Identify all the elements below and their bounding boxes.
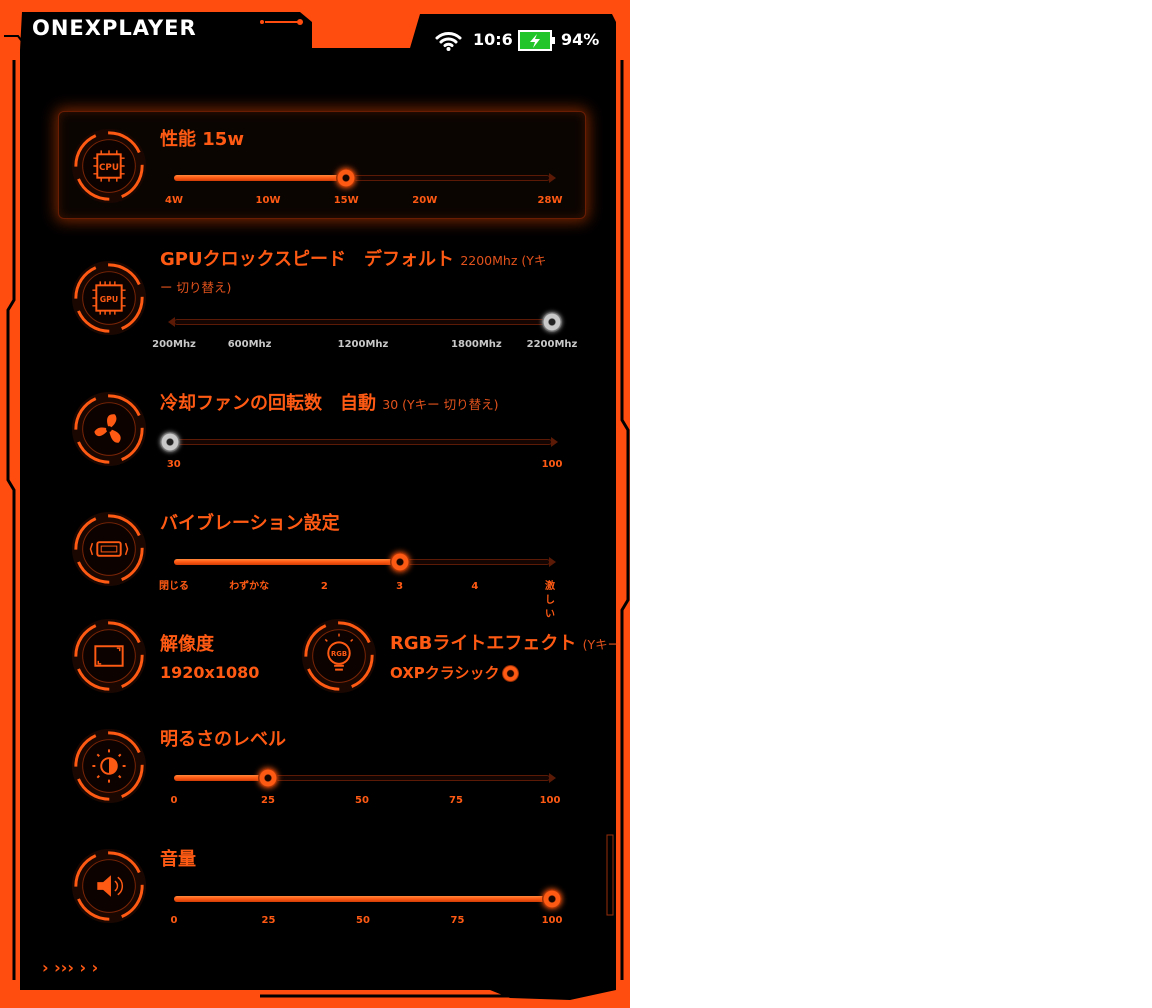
vibration-title: バイブレーション設定: [160, 513, 340, 534]
fan-slider[interactable]: 30 100: [160, 432, 562, 470]
screen-icon: [71, 618, 147, 694]
slider-knob[interactable]: [258, 768, 278, 788]
slider-knob[interactable]: [542, 889, 562, 909]
slider-tick-label: 閉じる: [159, 581, 189, 592]
slider-tick-label: 75: [449, 795, 463, 806]
slider-tick-label: 100: [541, 459, 563, 470]
slider-tick-label: 28W: [537, 195, 563, 206]
wifi-icon: [435, 32, 462, 51]
slider-knob[interactable]: [336, 168, 357, 188]
slider-tick-label: 25: [261, 915, 276, 926]
gpu-note: 2200Mhz (Yキ: [460, 253, 547, 268]
slider-tick-label: 100: [539, 795, 561, 806]
rgb-note: (Yキー: [582, 637, 621, 652]
slider-tick-label: 1200Mhz: [337, 339, 389, 350]
rgb-toggle[interactable]: [502, 665, 519, 682]
svg-text:CPU: CPU: [99, 163, 119, 173]
slider-tick-label: 4W: [165, 195, 183, 206]
brightness-title: 明るさのレベル: [160, 729, 286, 750]
slider-tick-label: い: [545, 609, 555, 620]
slider-knob[interactable]: [389, 552, 410, 572]
slider-tick-label: 25: [261, 795, 275, 806]
brand-logo: ONEXPLAYER: [32, 16, 197, 40]
resolution-value[interactable]: 1920x1080: [160, 663, 259, 683]
fan-title-label: 冷却ファンの回転数 自動: [160, 393, 376, 414]
slider-tick-label: 4: [471, 581, 479, 592]
fan-title: 冷却ファンの回転数 自動 30 (Yキー 切り替え): [160, 393, 499, 416]
volume-title: 音量: [160, 849, 196, 870]
gpu-note-cont: ー 切り替え): [160, 280, 232, 295]
slider-tick-label: 20W: [412, 195, 438, 206]
svg-text:RGB: RGB: [331, 650, 347, 658]
slider-tick-label: 100: [541, 915, 563, 926]
vibration-slider[interactable]: 閉じる わずかな 2 3 4 激しい: [159, 552, 556, 620]
footer-chevrons[interactable]: › ››› › ›: [42, 958, 98, 978]
cpu-icon: CPU: [71, 128, 147, 204]
slider-tick-label: 2: [320, 581, 328, 592]
fan-icon: [71, 391, 147, 467]
battery-percent: 94%: [561, 30, 600, 49]
slider-tick-label: 200Mhz: [152, 339, 196, 350]
slider-tick-label: 激: [545, 581, 555, 592]
slider-fill: [174, 775, 268, 781]
slider-fill: [174, 175, 347, 181]
rgb-bulb-icon: RGB: [301, 618, 377, 694]
svg-text:GPU: GPU: [100, 295, 118, 304]
slider-fill: [174, 896, 552, 902]
slider-tick-label: し: [545, 595, 555, 606]
slider-tick-label: 600Mhz: [227, 339, 272, 350]
resolution-title: 解像度: [160, 634, 214, 655]
slider-track: [174, 319, 552, 325]
slider-tick-label: 15W: [333, 195, 359, 206]
clock: 10:6: [473, 30, 513, 49]
slider-knob[interactable]: [160, 432, 180, 452]
slider-tick-label: 30: [166, 459, 181, 470]
slider-tick-label: 50: [355, 795, 369, 806]
volume-slider[interactable]: 0 25 50 75 100: [171, 889, 562, 926]
fan-note: 30 (Yキー 切り替え): [382, 397, 499, 412]
gpu-icon: GPU: [71, 260, 147, 336]
battery-icon: [518, 30, 555, 51]
slider-track: [170, 439, 552, 445]
slider-knob[interactable]: [542, 312, 562, 332]
slider-fill: [174, 559, 400, 565]
slider-tick-label: 50: [356, 915, 370, 926]
brightness-slider[interactable]: 0 25 50 75 100: [171, 768, 560, 806]
slider-tick-label: 1800Mhz: [451, 339, 502, 350]
gpu-slider[interactable]: 200Mhz 600Mhz 1200Mhz 1800Mhz 2200Mhz: [152, 312, 577, 350]
rgb-title-label: RGBライトエフェクト: [390, 633, 577, 654]
slider-tick-label: わずかな: [229, 581, 270, 592]
rgb-value[interactable]: OXPクラシック: [390, 663, 499, 683]
slider-tick-label: 75: [450, 915, 465, 926]
speaker-icon: [71, 848, 147, 924]
tdp-title: 性能 15w: [160, 129, 244, 150]
tdp-slider[interactable]: 4W 10W 15W 20W 28W: [165, 168, 562, 206]
slider-tick-label: 2200Mhz: [526, 339, 578, 350]
slider-tick-label: 3: [396, 581, 404, 592]
gpu-title: GPUクロックスピード デフォルト 2200Mhz (Yキ: [160, 249, 546, 272]
vibration-icon: [71, 511, 147, 587]
slider-tick-label: 0: [170, 915, 178, 926]
gpu-title-label: GPUクロックスピード デフォルト: [160, 249, 455, 270]
slider-tick-label: 10W: [255, 195, 281, 206]
slider-tick-label: 0: [170, 795, 178, 806]
rgb-title: RGBライトエフェクト (Yキー: [390, 633, 620, 656]
brightness-icon: [71, 728, 147, 804]
quick-settings-panel: ONEXPLAYER 10:6 94% CPU 性能 15w 4W 10W 15W 2…: [0, 0, 630, 1008]
